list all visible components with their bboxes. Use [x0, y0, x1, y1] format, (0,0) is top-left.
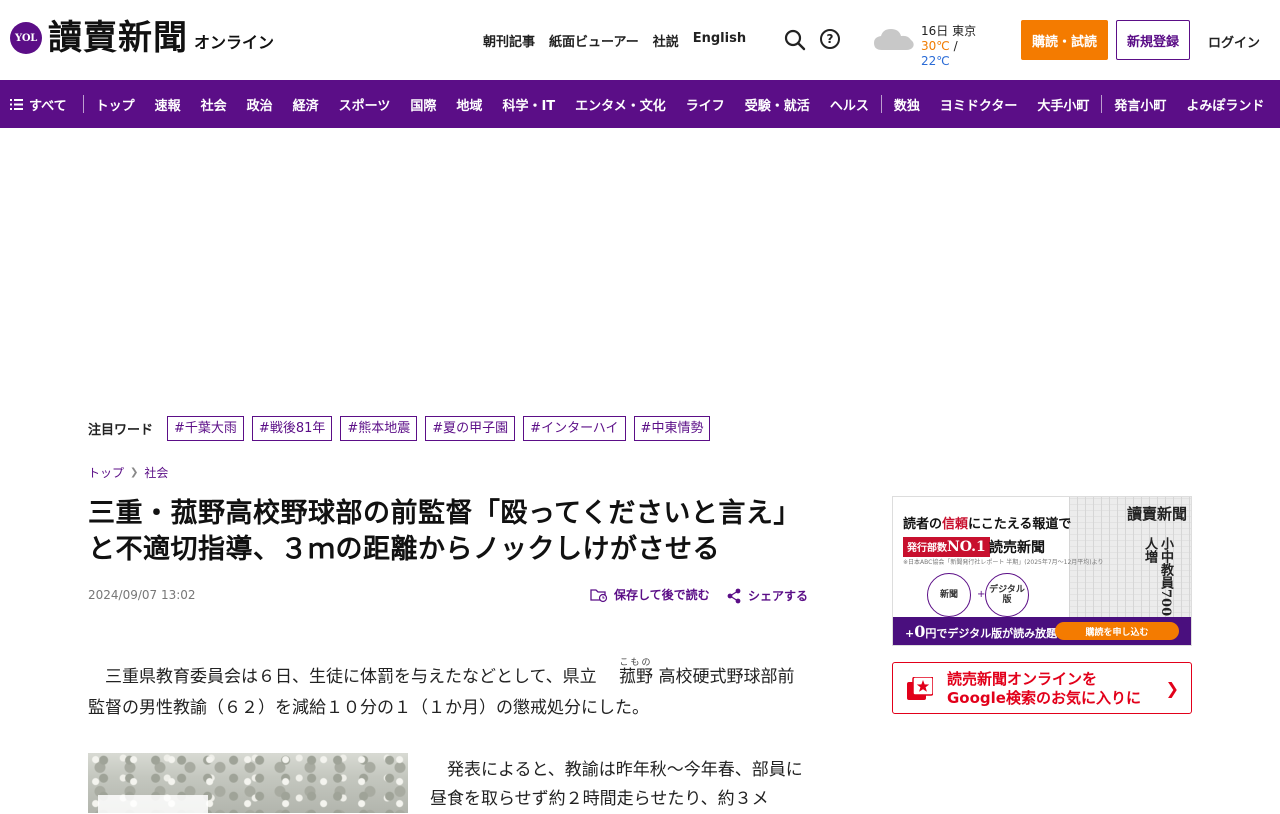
nav-item-local[interactable]: 地域 — [446, 95, 492, 114]
temp-separator: / — [953, 39, 958, 53]
strip-suffix: 円でデジタル版が読み放題！ — [925, 626, 1069, 640]
nav-item-life[interactable]: ライフ — [676, 95, 735, 114]
ad-headline-red: 信頼 — [942, 517, 969, 532]
save-for-later-label: 保存して後で読む — [614, 588, 710, 602]
chevron-right-icon: ❯ — [1165, 679, 1179, 698]
article-lead: 三重県教育委員会は６日、生徒に体罰を与えたなどとして、県立 こもの 菰野 高校硬式… — [88, 658, 808, 724]
share-icon — [727, 588, 741, 603]
ad-headline: 読者の信頼にこたえる報道で — [903, 513, 1071, 532]
nav-item-politics[interactable]: 政治 — [237, 95, 283, 114]
site-logo[interactable]: YOL 讀賣新聞 オンライン — [10, 18, 274, 58]
subscribe-button[interactable]: 購読・試読 — [1021, 20, 1108, 60]
subscription-ad[interactable]: 讀賣新聞 小中教員700人増 読者の信頼にこたえる報道で 発行部数NO.1 読売… — [892, 496, 1192, 646]
share-button[interactable]: シェアする — [726, 587, 808, 604]
article-date: 2024/09/07 13:02 — [88, 588, 196, 602]
trending-tag[interactable]: #インターハイ — [523, 416, 626, 441]
strip-zero: 0 — [914, 621, 926, 641]
ad-brand: 読売新聞 — [989, 540, 1045, 556]
trending-tag[interactable]: #千葉大雨 — [167, 416, 244, 441]
badge-prefix: 発行部数 — [907, 543, 947, 554]
article-headline: 三重・菰野高校野球部の前監督「殴ってくださいと言え」と不適切指導、３ｍの距離から… — [88, 498, 801, 565]
nav-all-label: すべて — [29, 98, 67, 114]
star-bookmark-icon — [907, 677, 933, 700]
nav-all-menu[interactable]: すべて — [0, 95, 81, 114]
ad-footnote: ※日本ABC協会「新聞発行社レポート 半期」(2025年7月～12月平均)より — [903, 559, 1104, 566]
weather-date-city: 16日 東京 — [921, 24, 977, 38]
ad-cta-button[interactable]: 購読を申し込む — [1055, 622, 1179, 640]
save-for-later-button[interactable]: 保存して後で読む — [590, 586, 710, 603]
site-header: YOL 讀賣新聞 オンライン 朝刊記事 紙面ビューアー 社説 English ?… — [0, 0, 1280, 80]
ad-paper-title: 讀賣新聞 — [1126, 505, 1187, 523]
logo-subtitle: オンライン — [194, 33, 275, 52]
temp-low: 22℃ — [921, 54, 950, 68]
nav-item-society[interactable]: 社会 — [191, 95, 237, 114]
nav-divider — [82, 95, 84, 113]
ad-headline-pre: 読者の — [903, 517, 943, 532]
link-paper-viewer[interactable]: 紙面ビューアー — [549, 31, 639, 50]
link-english[interactable]: English — [693, 31, 746, 50]
nav-item-exams[interactable]: 受験・就活 — [735, 95, 820, 114]
breadcrumb-home[interactable]: トップ — [88, 464, 124, 481]
ad-circle-newspaper: 新聞 — [927, 573, 971, 617]
nav-item-breaking[interactable]: 速報 — [145, 95, 191, 114]
trending-tag[interactable]: #中東情勢 — [633, 416, 711, 441]
link-editorial[interactable]: 社説 — [653, 31, 679, 50]
trending-tag[interactable]: #夏の甲子園 — [425, 416, 516, 441]
ad-paper-headline: 小中教員700人増 — [1142, 537, 1173, 617]
nav-item-world[interactable]: 国際 — [400, 95, 446, 114]
nav-item-sudoku[interactable]: 数独 — [884, 95, 930, 114]
nav-item-economy[interactable]: 経済 — [283, 95, 329, 114]
trending-words: 注目ワード #千葉大雨 #戦後81年 #熊本地震 #夏の甲子園 #インターハイ … — [88, 416, 718, 441]
breadcrumb-category[interactable]: 社会 — [144, 464, 168, 481]
help-icon[interactable]: ? — [820, 29, 840, 49]
top-links: 朝刊記事 紙面ビューアー 社説 English — [483, 31, 760, 50]
google-banner-line1: 読売新聞オンラインを — [947, 670, 1098, 688]
nav-item-sports[interactable]: スポーツ — [329, 95, 401, 114]
nav-divider — [1101, 95, 1103, 113]
logo-badge: YOL — [10, 22, 42, 54]
strip-plus: + — [905, 626, 915, 640]
nav-item-science[interactable]: 科学・IT — [492, 95, 565, 114]
nav-item-yomidr[interactable]: ヨミドクター — [930, 95, 1027, 114]
google-banner-text: 読売新聞オンラインを Google検索のお気に入りに — [947, 670, 1141, 708]
menu-icon — [10, 98, 23, 110]
register-button[interactable]: 新規登録 — [1116, 20, 1190, 60]
nav-item-culture[interactable]: エンタメ・文化 — [565, 95, 676, 114]
ad-circle-digital: デジタル版 — [985, 573, 1029, 617]
category-nav: すべて トップ 速報 社会 政治 経済 スポーツ 国際 地域 科学・IT エンタ… — [0, 80, 1280, 128]
chevron-right-icon: ❯ — [130, 467, 139, 478]
ruby-reading: こもの — [619, 658, 653, 668]
circulation-badge: 発行部数NO.1 — [903, 537, 990, 557]
nav-divider — [880, 95, 882, 113]
lead-text-before: 三重県教育委員会は６日、生徒に体罰を与えたなどとして、県立 — [105, 667, 603, 687]
google-favorites-banner[interactable]: 読売新聞オンラインを Google検索のお気に入りに ❯ — [892, 662, 1192, 714]
cloud-icon — [874, 29, 914, 50]
ad-strip-text: +0円でデジタル版が読み放題！ — [905, 622, 1068, 641]
trending-label: 注目ワード — [88, 423, 154, 438]
article-photo[interactable] — [88, 753, 408, 813]
ad-strip: +0円でデジタル版が読み放題！ 購読を申し込む — [893, 617, 1191, 645]
weather-widget[interactable]: 16日 東京 30℃ / 22℃ — [870, 22, 990, 68]
nav-item-yomipo[interactable]: よみぽランド — [1176, 95, 1274, 114]
nav-item-hatsugen[interactable]: 発言小町 — [1104, 95, 1176, 114]
google-banner-line2: Google検索のお気に入りに — [947, 689, 1141, 707]
ad-headline-post: にこたえる報道で — [968, 517, 1072, 532]
badge-number: NO.1 — [947, 539, 986, 555]
trending-tag[interactable]: #戦後81年 — [251, 416, 333, 441]
link-morning-edition[interactable]: 朝刊記事 — [483, 31, 535, 50]
breadcrumb: トップ ❯ 社会 — [88, 464, 168, 481]
nav-item-otekomachi[interactable]: 大手小町 — [1027, 95, 1099, 114]
folder-clock-icon — [590, 588, 608, 602]
nav-item-health[interactable]: ヘルス — [820, 95, 879, 114]
trending-tag[interactable]: #熊本地震 — [340, 416, 418, 441]
logo-title: 讀賣新聞 — [48, 18, 188, 58]
ruby-word: こもの 菰野 — [602, 658, 653, 693]
search-icon[interactable] — [784, 29, 806, 51]
nav-item-top[interactable]: トップ — [86, 95, 145, 114]
article-body: 発表によると、教諭は昨年秋～今年春、部員に昼食を取らせず約２時間走らせたり、約３… — [430, 760, 803, 809]
login-link[interactable]: ログイン — [1208, 32, 1260, 51]
photo-foreground — [98, 795, 208, 813]
temp-high: 30℃ — [921, 39, 950, 53]
share-label: シェアする — [748, 589, 809, 603]
